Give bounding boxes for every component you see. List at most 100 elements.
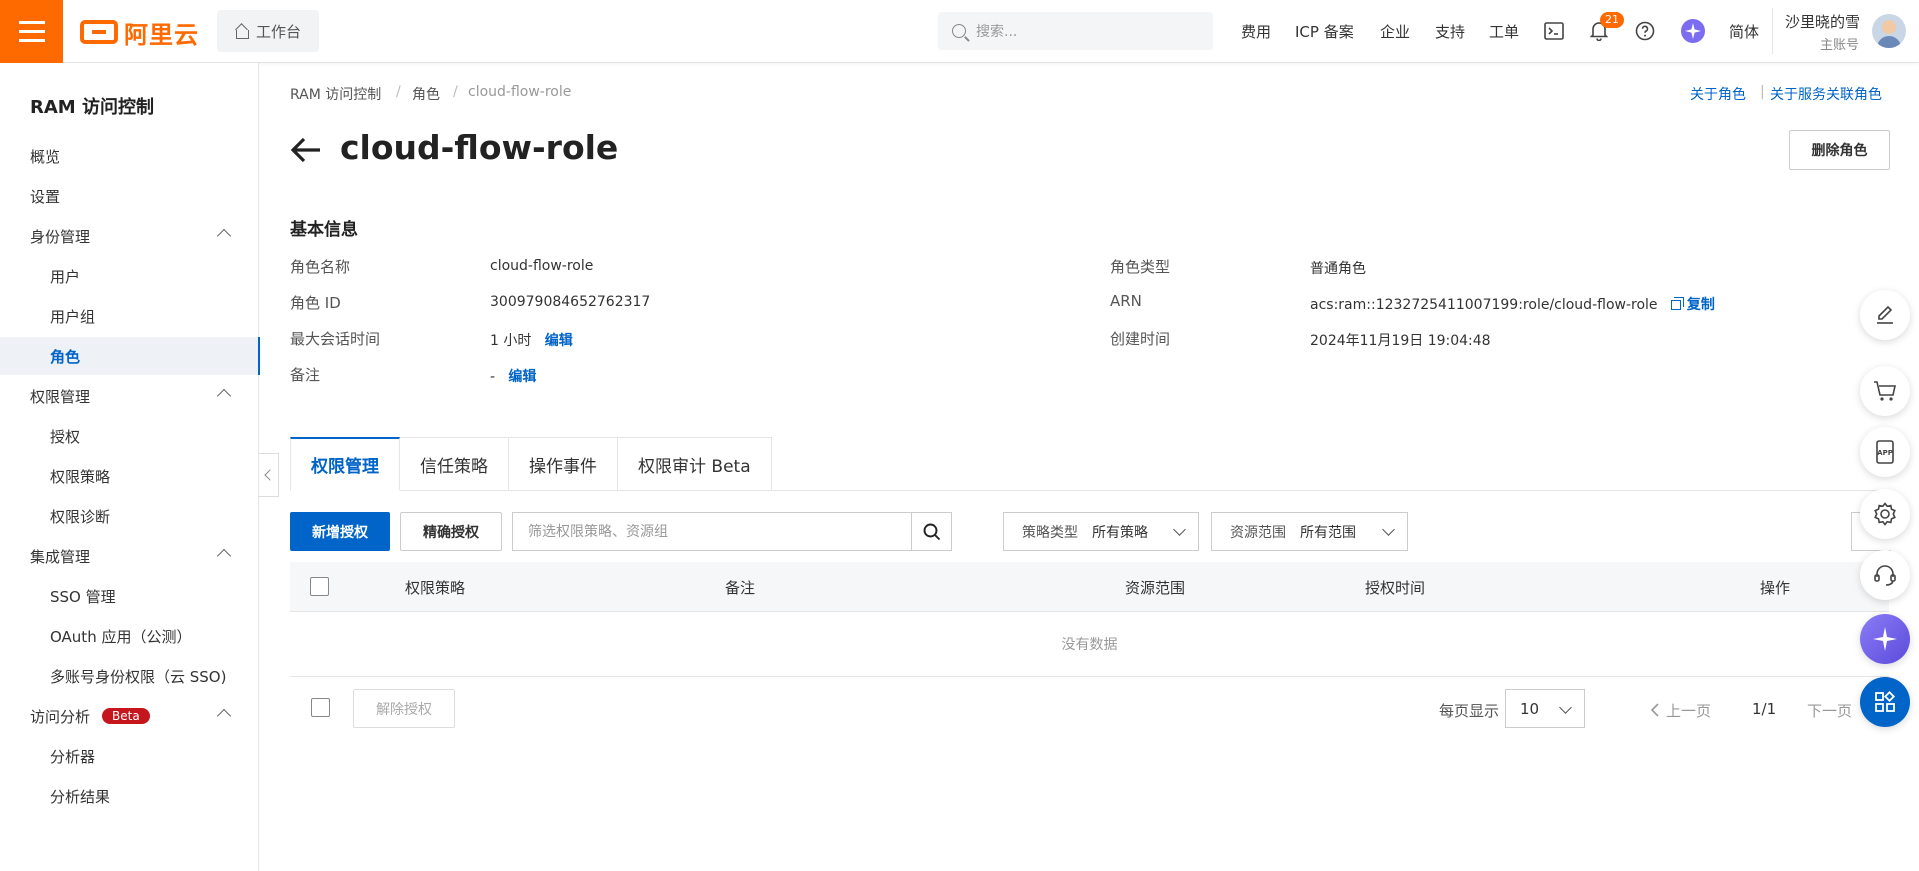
sidebar-item-policies[interactable]: 权限策略 bbox=[0, 457, 259, 495]
nav-icp-label[interactable]: ICP 备案 bbox=[1295, 21, 1354, 42]
chevron-up-icon bbox=[216, 388, 232, 404]
aliyun-logo-mark bbox=[80, 20, 118, 44]
sidebar-item-roles[interactable]: 角色 bbox=[0, 337, 260, 375]
table-header: 权限策略 备注 资源范围 授权时间 操作 bbox=[290, 562, 1889, 612]
customer-service-icon[interactable] bbox=[1860, 550, 1910, 600]
app-icon[interactable]: APP bbox=[1860, 427, 1910, 477]
sidebar-item-overview[interactable]: 概览 bbox=[0, 137, 259, 175]
sidebar: RAM 访问控制 概览 设置 身份管理 用户 用户组 角色 权限管理 授权 权限… bbox=[0, 63, 260, 871]
nav-support-label[interactable]: 支持 bbox=[1435, 21, 1465, 42]
nav-fees[interactable]: 费用 bbox=[1241, 0, 1271, 63]
sidebar-group-identity[interactable]: 身份管理 bbox=[0, 217, 259, 255]
sidebar-item-analysis-results[interactable]: 分析结果 bbox=[0, 777, 259, 815]
breadcrumb-separator: / bbox=[453, 84, 458, 100]
page-size-value: 10 bbox=[1520, 699, 1540, 718]
tab-permission-audit[interactable]: 权限审计 Beta bbox=[618, 437, 772, 491]
policy-type-select[interactable]: 策略类型 所有策略 bbox=[1003, 512, 1199, 551]
role-name-label: 角色名称 bbox=[290, 258, 351, 276]
ai-assistant-dock-icon[interactable] bbox=[1860, 614, 1910, 664]
filter-search-button[interactable] bbox=[911, 513, 951, 550]
sidebar-collapse-handle[interactable] bbox=[259, 453, 279, 497]
precise-grant-button[interactable]: 精确授权 bbox=[400, 512, 502, 551]
avatar[interactable] bbox=[1872, 14, 1906, 48]
empty-state: 没有数据 bbox=[290, 612, 1889, 677]
sidebar-item-label: 用户 bbox=[50, 267, 81, 286]
add-grant-button[interactable]: 新增授权 bbox=[290, 512, 390, 551]
nav-support[interactable]: 支持 bbox=[1435, 0, 1465, 63]
ai-assistant-icon[interactable] bbox=[1680, 18, 1706, 44]
sidebar-group-integration[interactable]: 集成管理 bbox=[0, 537, 259, 575]
edit-max-session-link[interactable]: 编辑 bbox=[545, 333, 573, 349]
select-all-footer-checkbox[interactable] bbox=[311, 698, 330, 717]
delete-role-button[interactable]: 删除角色 bbox=[1789, 130, 1890, 170]
nav-ticket-label[interactable]: 工单 bbox=[1489, 21, 1519, 42]
sidebar-item-label: 多账号身份权限（云 SSO) bbox=[50, 667, 227, 686]
about-service-linked-roles-link[interactable]: 关于服务关联角色 bbox=[1770, 84, 1882, 104]
policy-type-value: 所有策略 bbox=[1092, 524, 1148, 541]
nav-icp[interactable]: ICP 备案 bbox=[1295, 0, 1354, 63]
settings-gear-icon[interactable] bbox=[1860, 489, 1910, 539]
revoke-grant-button[interactable]: 解除授权 bbox=[353, 689, 455, 728]
sidebar-item-settings[interactable]: 设置 bbox=[0, 177, 259, 215]
back-arrow-icon[interactable] bbox=[290, 136, 322, 164]
sidebar-item-users[interactable]: 用户 bbox=[0, 257, 259, 295]
page-size-select[interactable]: 10 bbox=[1505, 689, 1585, 728]
header-note: 备注 bbox=[725, 579, 756, 597]
breadcrumb-separator: / bbox=[396, 84, 401, 100]
sidebar-item-sso[interactable]: SSO 管理 bbox=[0, 577, 259, 615]
prev-page-button[interactable]: 上一页 bbox=[1650, 700, 1711, 721]
select-all-checkbox[interactable] bbox=[310, 577, 329, 596]
chevron-up-icon bbox=[216, 708, 232, 724]
sidebar-item-oauth[interactable]: OAuth 应用（公测） bbox=[0, 617, 259, 655]
edit-note-link[interactable]: 编辑 bbox=[508, 369, 536, 385]
header-policy: 权限策略 bbox=[405, 579, 466, 597]
sidebar-group-permissions[interactable]: 权限管理 bbox=[0, 377, 259, 415]
sidebar-item-label: 集成管理 bbox=[30, 547, 91, 566]
logo-text: 阿里云 bbox=[124, 20, 199, 49]
policy-filter-input[interactable] bbox=[513, 513, 913, 550]
sidebar-item-grants[interactable]: 授权 bbox=[0, 417, 259, 455]
aliyun-logo[interactable]: 阿里云 bbox=[80, 16, 199, 49]
svg-text:APP: APP bbox=[1877, 449, 1893, 457]
sidebar-item-user-groups[interactable]: 用户组 bbox=[0, 297, 259, 335]
header-actions: 操作 bbox=[1760, 579, 1791, 597]
policy-filter-field bbox=[512, 512, 952, 551]
max-session-value: 1 小时 编辑 bbox=[490, 330, 573, 350]
language-switch[interactable]: 简体 bbox=[1729, 0, 1759, 63]
copy-arn-button[interactable]: 复制 bbox=[1670, 297, 1715, 313]
breadcrumb-roles[interactable]: 角色 bbox=[412, 84, 440, 104]
resource-scope-select[interactable]: 资源范围 所有范围 bbox=[1211, 512, 1408, 551]
apps-grid-icon[interactable] bbox=[1860, 677, 1910, 727]
terminal-icon[interactable] bbox=[1543, 20, 1565, 42]
nav-ticket[interactable]: 工单 bbox=[1489, 0, 1519, 63]
feedback-edit-icon[interactable] bbox=[1860, 290, 1910, 340]
max-session-text: 1 小时 bbox=[490, 333, 532, 349]
chevron-down-icon bbox=[1559, 701, 1572, 714]
sidebar-item-cloud-sso[interactable]: 多账号身份权限（云 SSO) bbox=[0, 657, 259, 695]
user-name[interactable]: 沙里晓的雪 bbox=[1785, 11, 1860, 32]
nav-enterprise-label[interactable]: 企业 bbox=[1380, 21, 1410, 42]
sidebar-item-label: 授权 bbox=[50, 427, 81, 446]
nav-fees-label[interactable]: 费用 bbox=[1241, 21, 1271, 42]
workbench-button[interactable]: 工作台 bbox=[217, 10, 319, 52]
sidebar-item-label: SSO 管理 bbox=[50, 587, 116, 606]
search-input[interactable]: 搜索... bbox=[938, 12, 1213, 50]
sidebar-item-label: 身份管理 bbox=[30, 227, 91, 246]
tab-permission-management[interactable]: 权限管理 bbox=[290, 437, 400, 491]
sidebar-item-analyzer[interactable]: 分析器 bbox=[0, 737, 259, 775]
tab-trust-policy[interactable]: 信任策略 bbox=[400, 437, 509, 491]
help-icon[interactable] bbox=[1634, 20, 1656, 42]
tab-operation-events[interactable]: 操作事件 bbox=[509, 437, 618, 491]
sidebar-item-diagnosis[interactable]: 权限诊断 bbox=[0, 497, 259, 535]
about-roles-link[interactable]: 关于角色 bbox=[1690, 84, 1746, 104]
breadcrumb-ram[interactable]: RAM 访问控制 bbox=[290, 84, 381, 104]
nav-enterprise[interactable]: 企业 bbox=[1380, 0, 1410, 63]
cart-icon[interactable] bbox=[1860, 366, 1910, 416]
next-page-button[interactable]: 下一页 bbox=[1807, 700, 1852, 721]
arn-value: acs:ram::1232725411007199:role/cloud-flo… bbox=[1310, 294, 1715, 314]
note-label: 备注 bbox=[290, 366, 321, 384]
language-label[interactable]: 简体 bbox=[1729, 21, 1759, 42]
sidebar-item-label: 用户组 bbox=[50, 307, 96, 326]
sidebar-group-access-analysis[interactable]: 访问分析 Beta bbox=[0, 697, 259, 735]
menu-icon[interactable] bbox=[0, 0, 63, 63]
